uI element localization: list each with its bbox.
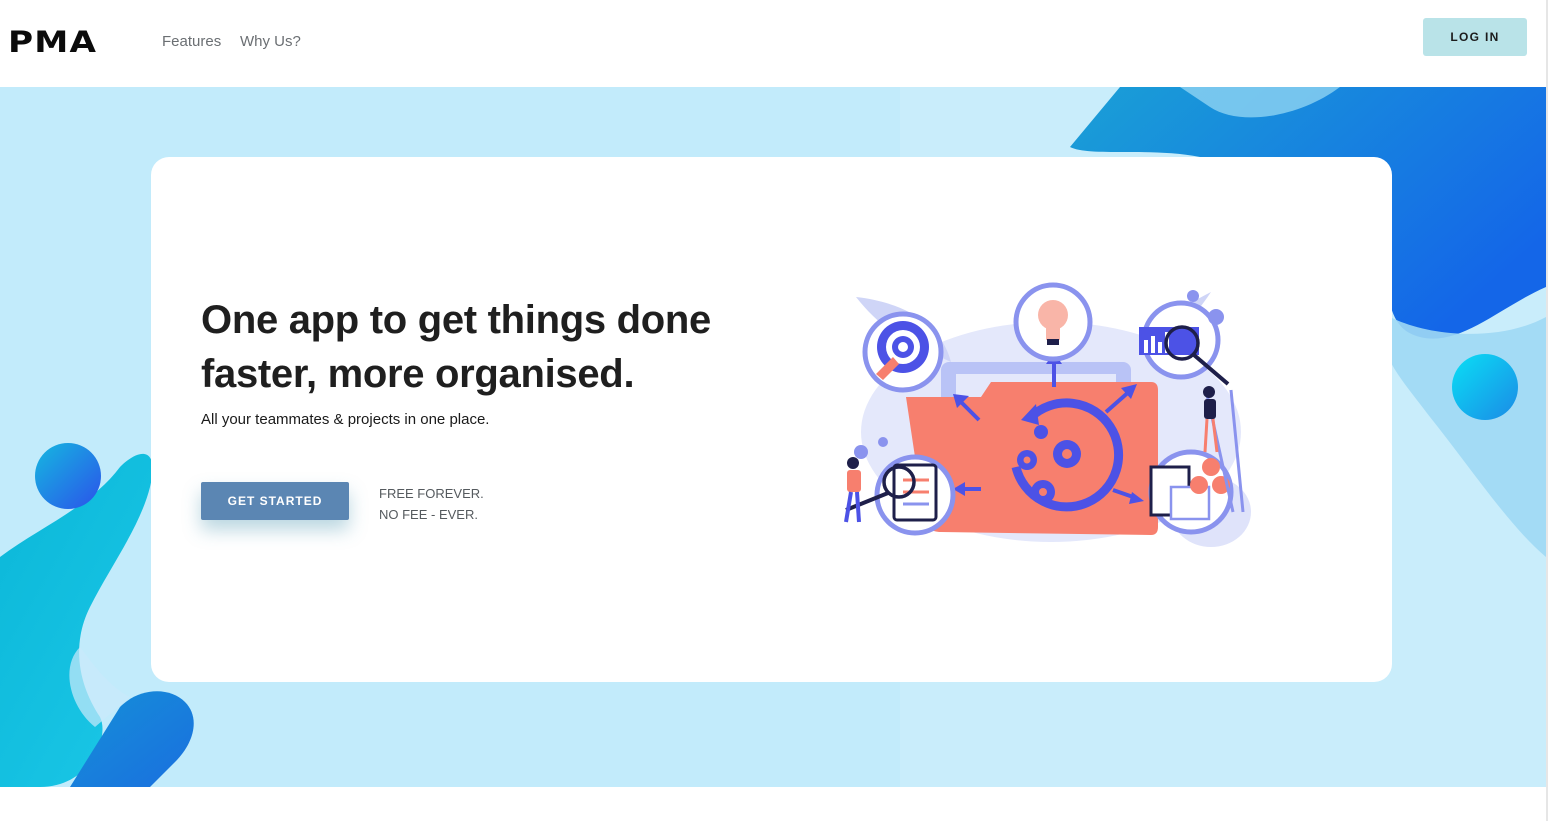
get-started-button[interactable]: GET STARTED — [201, 482, 349, 520]
nav-why-us-link[interactable]: Why Us? — [240, 33, 301, 51]
nav-features-link[interactable]: Features — [162, 33, 221, 51]
pricing-note-line2: NO FEE - EVER. — [379, 507, 478, 522]
login-button[interactable]: LOG IN — [1423, 18, 1527, 56]
footer-strip — [0, 787, 1546, 821]
site-header: PMA Features Why Us? LOG IN — [0, 0, 1548, 87]
lightbulb-icon — [1013, 282, 1093, 362]
hero-illustration — [844, 282, 1251, 547]
hero-card: One app to get things done faster, more … — [151, 157, 1392, 682]
hero-subtitle: All your teammates & projects in one pla… — [201, 411, 490, 428]
rocket-target-icon — [862, 311, 944, 393]
pricing-note: FREE FOREVER. NO FEE - EVER. — [379, 483, 484, 525]
logo[interactable]: PMA — [8, 25, 97, 59]
pricing-note-line1: FREE FOREVER. — [379, 486, 484, 501]
hero-section: One app to get things done faster, more … — [0, 87, 1546, 787]
hero-headline: One app to get things done faster, more … — [201, 298, 711, 396]
